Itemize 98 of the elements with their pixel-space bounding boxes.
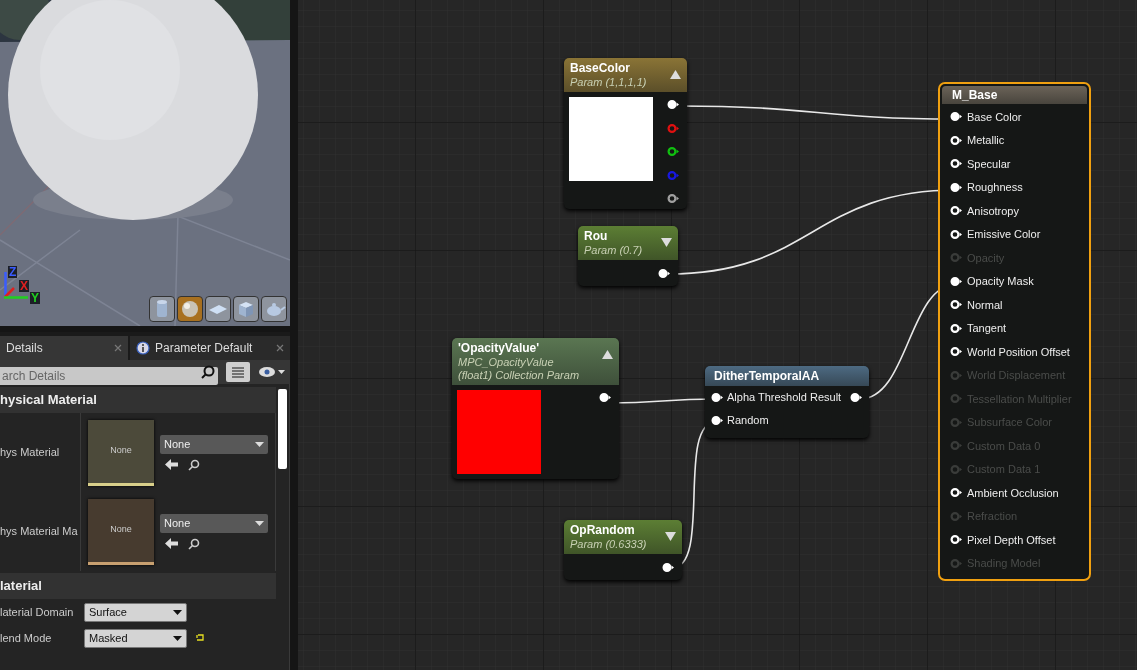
- caret-icon: [255, 520, 264, 526]
- thumbnail-text: None: [109, 444, 133, 458]
- pin-label: Emissive Color: [967, 227, 1041, 242]
- pin-label: Normal: [967, 297, 1003, 313]
- reset-icon[interactable]: [195, 633, 205, 643]
- input-pin-icon[interactable]: [950, 111, 963, 123]
- output-pin-icon[interactable]: [658, 268, 671, 279]
- input-pin-icon[interactable]: [950, 346, 963, 358]
- property-dropdown[interactable]: Surface: [84, 602, 187, 622]
- pin-label: Metallic: [967, 133, 1005, 148]
- eye-icon[interactable]: [258, 366, 286, 378]
- thumbnail-text: None: [109, 523, 133, 537]
- pin-label: Pixel Depth Offset: [967, 532, 1056, 548]
- result-node[interactable]: [938, 82, 1091, 581]
- input-pin-icon[interactable]: [711, 392, 724, 403]
- property-label: hys Material: [0, 413, 81, 492]
- search-field[interactable]: arch Details: [0, 367, 218, 385]
- input-pin-icon[interactable]: [950, 487, 963, 499]
- axis-label: Z: [8, 266, 18, 278]
- arrow-left-icon[interactable]: [165, 537, 178, 549]
- input-pin-icon[interactable]: [950, 158, 963, 170]
- caret-icon: [255, 441, 264, 447]
- arrow-left-icon[interactable]: [165, 458, 178, 470]
- param-node[interactable]: 'OpacityValue' MPC_OpacityValue (float1) Collection Param: [452, 338, 619, 479]
- list-view-button[interactable]: [226, 362, 250, 382]
- output-pin-icon[interactable]: [667, 146, 680, 157]
- scrollbar-thumb[interactable]: [278, 389, 287, 469]
- node-title: DitherTemporalAA: [714, 368, 820, 385]
- pin-label: Tangent: [967, 321, 1007, 336]
- node-title: M_Base: [952, 87, 998, 104]
- panel-tab[interactable]: Details: [0, 336, 128, 360]
- pin-label: Roughness: [967, 180, 1023, 195]
- expand-arrow-icon[interactable]: [661, 238, 672, 247]
- function-node[interactable]: DitherTemporalAA Alpha Threshold Result Random: [705, 366, 869, 438]
- asset-thumbnail[interactable]: None: [88, 419, 154, 486]
- output-pin-icon[interactable]: [599, 392, 612, 403]
- pin-label: Opacity Mask: [967, 274, 1034, 289]
- param-node[interactable]: OpRandom Param (0.6333): [564, 520, 682, 580]
- collapse-arrow-icon[interactable]: [602, 350, 613, 359]
- input-pin-icon[interactable]: [950, 534, 963, 546]
- pin-label: Random: [727, 413, 770, 429]
- axis-label: Y: [30, 292, 40, 304]
- preview-shape-button[interactable]: [261, 296, 287, 322]
- output-pin-icon[interactable]: [850, 392, 863, 403]
- pin-label: Specular: [967, 156, 1011, 172]
- node-title: OpRandom: [570, 522, 636, 538]
- property-label: hys Material Ma: [0, 492, 81, 571]
- search-icon[interactable]: [188, 458, 200, 471]
- output-pin-icon[interactable]: [667, 99, 680, 110]
- collapse-arrow-icon[interactable]: [670, 70, 681, 79]
- asset-dropdown[interactable]: None: [160, 513, 268, 533]
- preview-shape-button[interactable]: [205, 296, 231, 322]
- list-icon: [231, 366, 245, 378]
- expand-arrow-icon[interactable]: [665, 532, 676, 541]
- node-subtitle: (float1) Collection Param: [458, 369, 581, 382]
- pin-label: Anisotropy: [967, 203, 1019, 219]
- section-header[interactable]: laterial: [0, 573, 276, 599]
- property-dropdown[interactable]: Masked: [84, 628, 187, 648]
- node-title: BaseColor: [570, 60, 632, 76]
- caret-icon: [173, 609, 182, 615]
- node-subtitle: Param (0.7): [584, 244, 644, 257]
- caret-icon: [173, 635, 182, 641]
- node-subtitle: Param (1,1,1,1): [570, 76, 648, 89]
- preview-shape-button[interactable]: [177, 296, 203, 322]
- input-pin-icon[interactable]: [950, 228, 963, 240]
- preview-shape-button[interactable]: [149, 296, 175, 322]
- input-pin-icon[interactable]: [950, 275, 963, 287]
- section-header[interactable]: hysical Material: [0, 387, 276, 413]
- asset-thumbnail[interactable]: None: [88, 498, 154, 565]
- pin-label: Ambient Occlusion: [967, 485, 1059, 501]
- close-icon[interactable]: [114, 344, 122, 352]
- property-label: lend Mode: [0, 630, 53, 646]
- pin-label: Base Color: [967, 109, 1022, 125]
- node-title: 'OpacityValue': [458, 340, 541, 356]
- input-pin-icon[interactable]: [950, 134, 963, 146]
- input-pin-icon[interactable]: [950, 205, 963, 217]
- param-node[interactable]: Rou Param (0.7): [578, 226, 678, 286]
- output-pin-icon[interactable]: [662, 562, 675, 573]
- axis-label: X: [19, 280, 29, 292]
- property-label: laterial Domain: [0, 604, 75, 620]
- param-node[interactable]: BaseColor Param (1,1,1,1): [564, 58, 687, 209]
- pin-label: World Position Offset: [967, 344, 1070, 360]
- pin-label: Alpha Threshold Result: [727, 390, 843, 406]
- input-pin-icon[interactable]: [711, 415, 724, 426]
- input-pin-icon[interactable]: [950, 181, 963, 193]
- search-icon: [201, 365, 215, 379]
- info-icon: [136, 340, 151, 356]
- asset-dropdown[interactable]: None: [160, 434, 268, 454]
- input-pin-icon[interactable]: [950, 299, 963, 311]
- node-title: Rou: [584, 228, 609, 244]
- close-icon[interactable]: [276, 344, 284, 352]
- input-pin-icon[interactable]: [950, 322, 963, 334]
- node-subtitle: Param (0.6333): [570, 538, 648, 551]
- panel-tab[interactable]: Parameter Default: [130, 336, 290, 360]
- node-subtitle: MPC_OpacityValue: [458, 356, 555, 369]
- output-pin-icon[interactable]: [667, 193, 680, 204]
- preview-shape-button[interactable]: [233, 296, 259, 322]
- search-icon[interactable]: [188, 537, 200, 550]
